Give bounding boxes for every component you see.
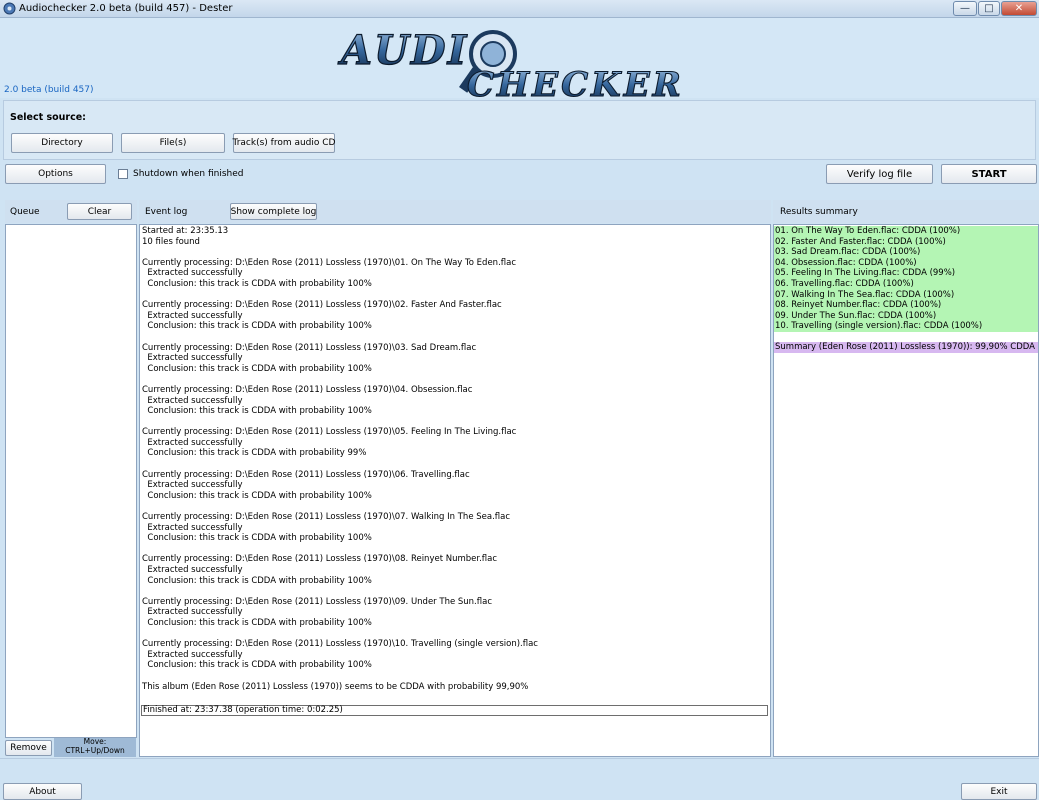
event-log-line: Started at: 23:35.13 [142, 226, 229, 236]
event-log-line: Extracted successfully [142, 480, 243, 491]
minimize-button[interactable]: — [953, 1, 977, 16]
event-log-line: Conclusion: this track is CDDA with prob… [142, 575, 372, 586]
event-log-line: Extracted successfully [142, 437, 243, 448]
event-log-line: Conclusion: this track is CDDA with prob… [142, 660, 372, 671]
cd-tracks-button[interactable]: Track(s) from audio CD [233, 133, 335, 153]
start-button[interactable]: START [941, 164, 1037, 184]
result-item[interactable]: 02. Faster And Faster.flac: CDDA (100%) [774, 236, 1038, 248]
audiochecker-logo: AUDI CHECKER [336, 26, 684, 98]
shutdown-checkbox[interactable] [118, 169, 128, 179]
event-log-line [142, 671, 770, 682]
event-log-line: Currently processing: D:\Eden Rose (2011… [142, 427, 517, 438]
event-log-line: Conclusion: this track is CDDA with prob… [142, 278, 372, 289]
event-log-line [142, 417, 770, 428]
event-log-line: Extracted successfully [142, 353, 243, 364]
event-log-line: Extracted successfully [142, 268, 243, 279]
event-log-line: Currently processing: D:\Eden Rose (2011… [142, 384, 473, 395]
event-log-pane[interactable]: Started at: 23:35.13 10 files found Curren… [139, 224, 771, 757]
event-log-line: Currently processing: D:\Eden Rose (2011… [142, 639, 538, 650]
event-log-line [142, 459, 770, 470]
directory-button[interactable]: Directory [11, 133, 113, 153]
event-log-line: Currently processing: D:\Eden Rose (2011… [142, 554, 498, 565]
svg-text:CHECKER: CHECKER [467, 65, 684, 98]
event-log-lines: Started at: 23:35.13 10 files found Curren… [142, 226, 770, 703]
event-log-line: Conclusion: this track is CDDA with prob… [142, 363, 372, 374]
event-log-line: 10 files found [142, 236, 200, 247]
app-icon [3, 2, 16, 15]
event-log-line: Extracted successfully [142, 522, 243, 533]
event-log-line: Conclusion: this track is CDDA with prob… [142, 448, 367, 459]
finished-line: Finished at: 23:37.38 (operation time: 0… [141, 704, 768, 716]
header: AUDI CHECKER [0, 18, 1039, 98]
svg-text:AUDI: AUDI [337, 27, 468, 74]
event-log-line: Conclusion: this track is CDDA with prob… [142, 321, 372, 332]
event-log-line: Currently processing: D:\Eden Rose (2011… [142, 300, 502, 311]
move-hint-line2: CTRL+Up/Down [65, 745, 125, 755]
event-log-line: Extracted successfully [142, 565, 243, 575]
result-item[interactable]: 03. Sad Dream.flac: CDDA (100%) [774, 247, 1038, 258]
results-summary-line: Summary (Eden Rose (2011) Lossless (1970… [774, 341, 1038, 353]
result-item[interactable]: 05. Feeling In The Living.flac: CDDA (99… [774, 268, 1038, 279]
event-log-line: Currently processing: D:\Eden Rose (2011… [142, 342, 477, 353]
result-item[interactable]: 04. Obsession.flac: CDDA (100%) [774, 257, 1038, 269]
options-button[interactable]: Options [5, 164, 106, 184]
result-item[interactable]: 01. On The Way To Eden.flac: CDDA (100%) [774, 226, 1038, 237]
about-button[interactable]: About [3, 783, 82, 800]
event-log-line [142, 501, 770, 512]
queue-list[interactable] [5, 224, 137, 738]
files-button[interactable]: File(s) [121, 133, 225, 153]
event-log-line [142, 629, 770, 640]
event-log-line: Conclusion: this track is CDDA with prob… [142, 406, 372, 417]
move-hint: Move: CTRL+Up/Down [54, 737, 136, 757]
event-log-line: Extracted successfully [142, 395, 243, 406]
event-log-line: Conclusion: this track is CDDA with prob… [142, 617, 372, 628]
event-log-line: Currently processing: D:\Eden Rose (2011… [142, 257, 517, 268]
results-list: 01. On The Way To Eden.flac: CDDA (100%)… [774, 226, 1038, 332]
select-source-label: Select source: [10, 112, 86, 123]
result-item[interactable]: 06. Travelling.flac: CDDA (100%) [774, 278, 1038, 290]
clear-button[interactable]: Clear [67, 203, 132, 220]
results-pane[interactable]: 01. On The Way To Eden.flac: CDDA (100%)… [773, 224, 1039, 757]
event-log-line [142, 544, 770, 555]
event-log-line [142, 586, 770, 597]
event-log-line [142, 247, 770, 258]
title-bar[interactable]: Audiochecker 2.0 beta (build 457) - Dest… [0, 0, 1039, 18]
event-log-line: Extracted successfully [142, 649, 243, 660]
maximize-button[interactable]: □ [978, 1, 1000, 16]
window-title: Audiochecker 2.0 beta (build 457) - Dest… [19, 3, 233, 14]
event-log-line: This album (Eden Rose (2011) Lossless (1… [142, 681, 529, 692]
event-log-line [142, 692, 770, 703]
exit-button[interactable]: Exit [961, 783, 1037, 800]
event-log-label: Event log [145, 207, 188, 217]
result-item[interactable]: 09. Under The Sun.flac: CDDA (100%) [774, 310, 1038, 322]
footer [0, 758, 1039, 800]
event-log-line: Extracted successfully [142, 310, 243, 321]
event-log-line: Extracted successfully [142, 607, 243, 618]
result-item[interactable]: 07. Walking In The Sea.flac: CDDA (100%) [774, 289, 1038, 301]
event-log-line: Conclusion: this track is CDDA with prob… [142, 490, 372, 501]
event-log-line: Currently processing: D:\Eden Rose (2011… [142, 469, 470, 480]
shutdown-label: Shutdown when finished [133, 169, 244, 179]
event-log-line [142, 374, 770, 385]
queue-label: Queue [10, 207, 40, 217]
results-label: Results summary [780, 207, 858, 217]
event-log-line [142, 290, 770, 301]
result-item[interactable]: 10. Travelling (single version).flac: CD… [774, 321, 1038, 332]
remove-button[interactable]: Remove [5, 740, 52, 756]
event-log-line [142, 332, 770, 343]
version-label: 2.0 beta (build 457) [4, 85, 94, 95]
event-log-line: Currently processing: D:\Eden Rose (2011… [142, 596, 492, 607]
event-log-line: Conclusion: this track is CDDA with prob… [142, 533, 372, 544]
event-log-line: Currently processing: D:\Eden Rose (2011… [142, 512, 511, 523]
result-item[interactable]: 08. Reinyet Number.flac: CDDA (100%) [774, 300, 1038, 311]
verify-log-button[interactable]: Verify log file [826, 164, 933, 184]
close-button[interactable]: ✕ [1001, 1, 1037, 16]
show-complete-log-button[interactable]: Show complete log [230, 203, 317, 220]
